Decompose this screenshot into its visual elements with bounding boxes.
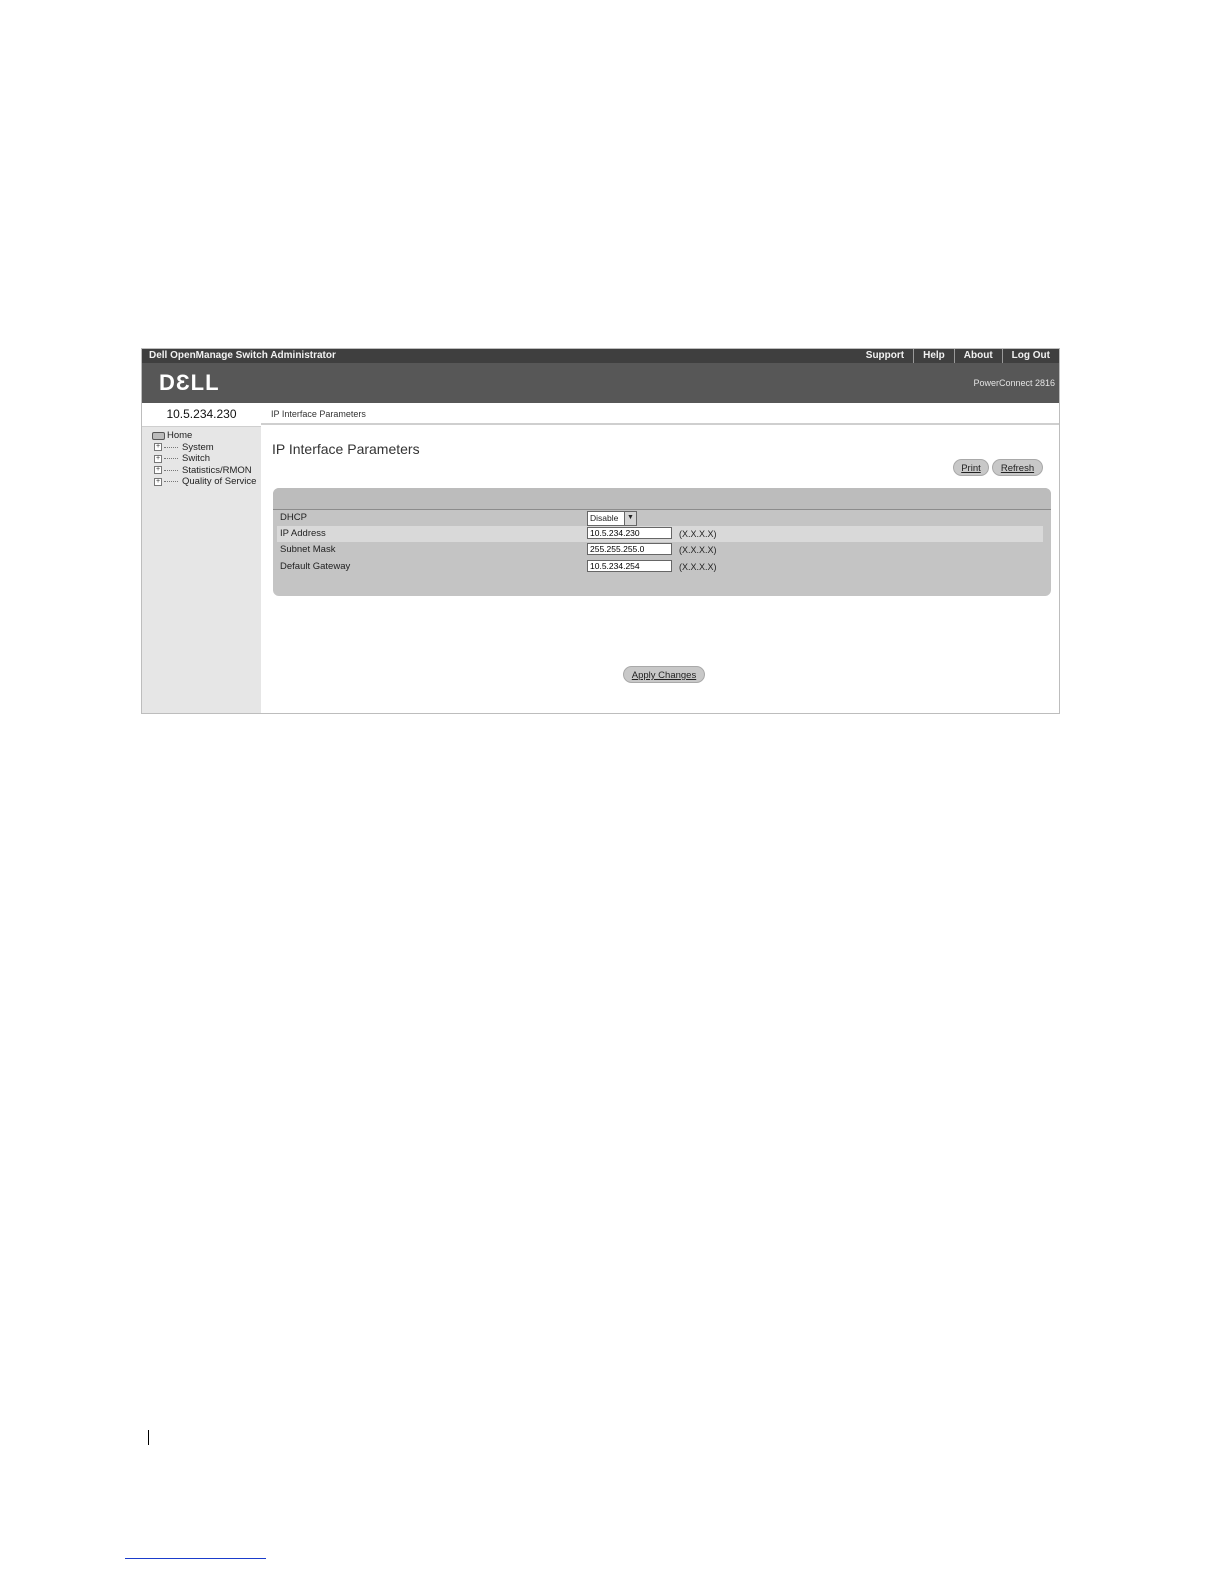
tree-branch-line [164, 481, 178, 483]
tree-item-label: Switch [182, 453, 210, 464]
settings-panel: DHCP Disable ▼ IP Address (X.X.X.X) Subn… [273, 488, 1051, 596]
print-button[interactable]: Print [953, 459, 989, 476]
footer-rule [125, 1558, 266, 1559]
tree-item-home[interactable]: Home [152, 430, 256, 442]
default-gateway-input[interactable] [587, 560, 672, 572]
product-name: PowerConnect 2816 [973, 378, 1055, 388]
default-gateway-format: (X.X.X.X) [679, 562, 717, 572]
help-link[interactable]: Help [913, 349, 954, 363]
refresh-button[interactable]: Refresh [992, 459, 1043, 476]
apply-changes-button[interactable]: Apply Changes [623, 666, 705, 683]
subnet-mask-label: Subnet Mask [280, 544, 336, 555]
top-links: Support Help About Log Out [857, 349, 1059, 363]
main-content: IP Interface Parameters IP Interface Par… [261, 403, 1059, 713]
subnet-mask-row: Subnet Mask (X.X.X.X) [277, 542, 1043, 558]
default-gateway-label: Default Gateway [280, 561, 351, 572]
subnet-mask-input[interactable] [587, 543, 672, 555]
ip-address-format: (X.X.X.X) [679, 529, 717, 539]
tree-branch-line [164, 469, 178, 471]
tree-branch-line [164, 458, 178, 460]
switch-admin-window: Dell OpenManage Switch Administrator Sup… [141, 348, 1060, 714]
default-gateway-row: Default Gateway (X.X.X.X) [277, 559, 1043, 575]
tree-item-label: Quality of Service [182, 476, 257, 487]
dhcp-select-value: Disable [590, 513, 619, 523]
breadcrumb: IP Interface Parameters [261, 403, 1059, 425]
expand-icon[interactable]: + [154, 454, 162, 463]
tree-item-statistics[interactable]: + Statistics/RMON [152, 465, 256, 477]
nav-tree: Home + System + Switch + Statistics/RMON… [152, 430, 256, 488]
expand-icon[interactable]: + [154, 466, 162, 475]
tree-item-qos[interactable]: + Quality of Service [152, 476, 256, 488]
title-bar: Dell OpenManage Switch Administrator Sup… [142, 349, 1059, 363]
log-out-link[interactable]: Log Out [1001, 349, 1059, 363]
sidebar: 10.5.234.230 Home + System + Switch + St… [142, 403, 261, 713]
ip-address-label: IP Address [280, 528, 326, 539]
panel-header [273, 488, 1051, 510]
about-link[interactable]: About [953, 349, 1002, 363]
banner: DƐLL PowerConnect 2816 [142, 363, 1059, 403]
support-link[interactable]: Support [857, 349, 913, 363]
device-ip: 10.5.234.230 [142, 403, 261, 427]
dell-logo: DƐLL [159, 370, 220, 395]
dhcp-label: DHCP [280, 512, 307, 523]
tree-item-label: System [182, 441, 214, 453]
tree-item-switch[interactable]: + Switch [152, 453, 256, 465]
expand-icon[interactable]: + [154, 477, 162, 486]
margin-change-bar [148, 1430, 149, 1445]
folder-icon [152, 431, 165, 440]
tree-item-system[interactable]: + System [152, 442, 256, 454]
tree-branch-line [164, 446, 178, 448]
dhcp-select[interactable]: Disable ▼ [587, 511, 637, 526]
tree-item-label: Home [167, 430, 193, 441]
ip-address-row: IP Address (X.X.X.X) [277, 526, 1043, 542]
ip-address-input[interactable] [587, 527, 672, 539]
subnet-mask-format: (X.X.X.X) [679, 545, 717, 555]
app-title: Dell OpenManage Switch Administrator [149, 350, 336, 361]
chevron-down-icon[interactable]: ▼ [624, 512, 636, 525]
expand-icon[interactable]: + [154, 443, 162, 452]
page-title: IP Interface Parameters [272, 441, 420, 457]
tree-item-label: Statistics/RMON [182, 464, 252, 476]
dhcp-row: DHCP Disable ▼ [277, 510, 1043, 526]
